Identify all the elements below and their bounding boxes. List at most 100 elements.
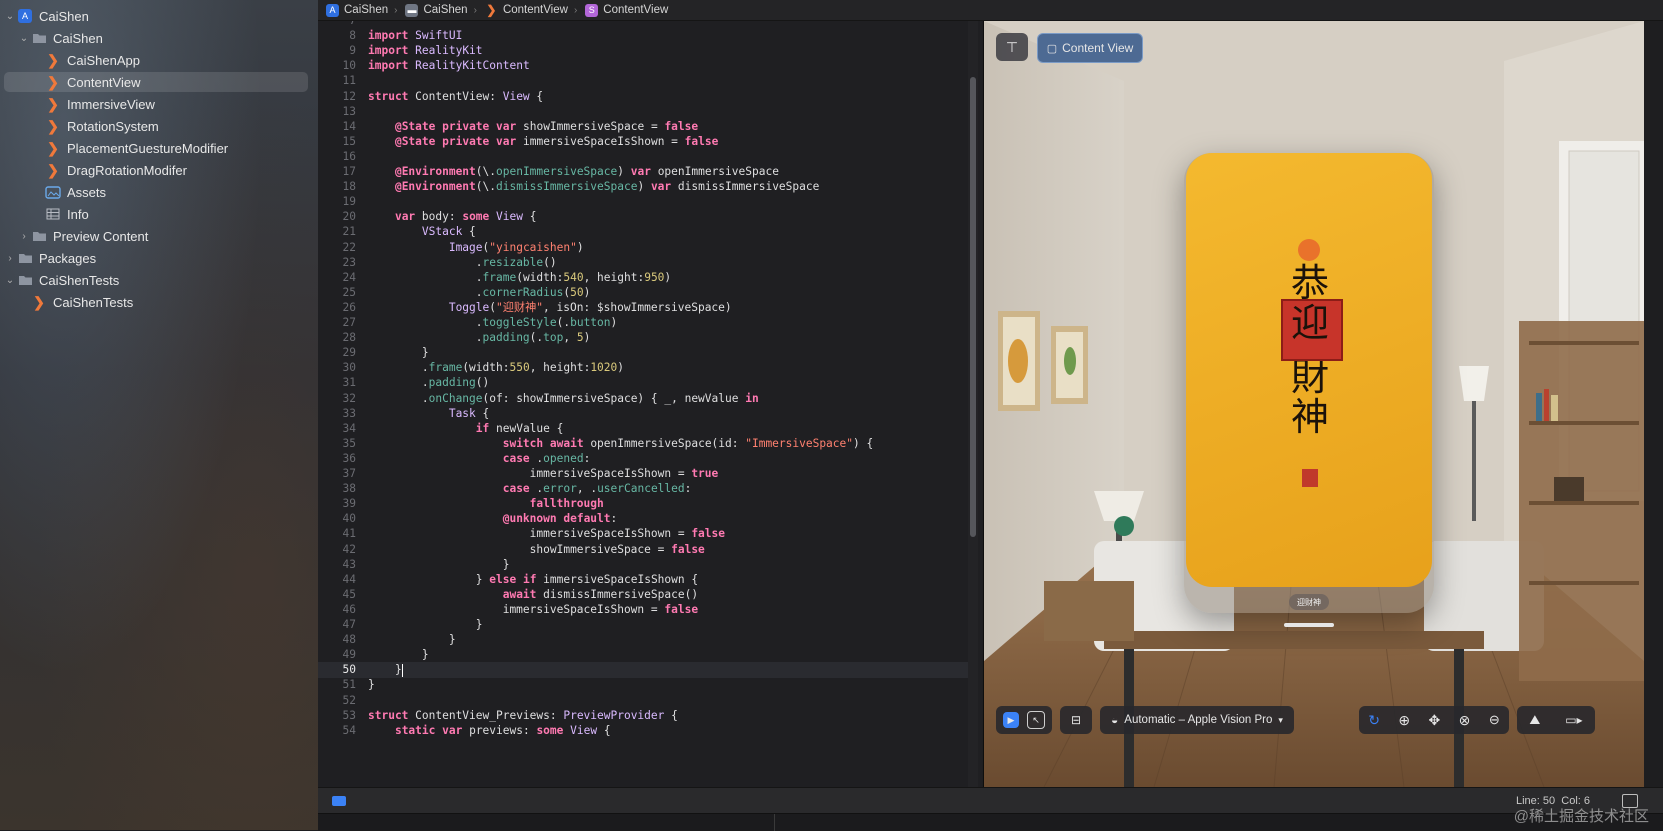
code-line[interactable]: 29 } bbox=[318, 345, 968, 361]
code-line[interactable]: 17 @Environment(\.openImmersiveSpace) va… bbox=[318, 164, 968, 180]
code-line[interactable]: 38 case .error, .userCancelled: bbox=[318, 481, 968, 497]
window-grabber[interactable] bbox=[1284, 623, 1334, 627]
chevron-right-icon[interactable]: › bbox=[18, 231, 30, 242]
code-line[interactable]: 26 Toggle("迎财神", isOn: $showImmersiveSpa… bbox=[318, 300, 968, 316]
pan-icon[interactable]: ✥ bbox=[1429, 712, 1441, 729]
sidebar-item-info[interactable]: Info bbox=[0, 204, 310, 224]
source-editor[interactable]: 78import SwiftUI9import RealityKit10impo… bbox=[318, 21, 982, 787]
vertical-scrollbar[interactable] bbox=[970, 77, 976, 537]
code-line[interactable]: 50 } bbox=[318, 662, 968, 679]
code-line[interactable]: 9 import RealityKit bbox=[318, 43, 968, 59]
sidebar-item-placementguesturemodifier[interactable]: ❯ PlacementGuestureModifier bbox=[0, 138, 310, 158]
code-text: } bbox=[368, 557, 510, 571]
app-project-icon: A bbox=[326, 3, 339, 17]
environment-icon[interactable]: ⛰ bbox=[1529, 712, 1540, 728]
orbit-icon[interactable]: ⊕ bbox=[1398, 712, 1410, 729]
code-line[interactable]: 21 VStack { bbox=[318, 224, 968, 240]
code-line[interactable]: 16 bbox=[318, 149, 968, 165]
code-line[interactable]: 33 Task { bbox=[318, 406, 968, 422]
breadcrumb-symbol[interactable]: S ContentView bbox=[585, 3, 668, 17]
code-line[interactable]: 44 } else if immersiveSpaceIsShown { bbox=[318, 572, 968, 588]
globe-icon[interactable]: ⊗ bbox=[1459, 712, 1471, 729]
code-line[interactable]: 11 bbox=[318, 73, 968, 89]
chevron-right-icon[interactable]: › bbox=[4, 253, 16, 264]
code-line[interactable]: 32 .onChange(of: showImmersiveSpace) { _… bbox=[318, 391, 968, 407]
code-line[interactable]: 12 struct ContentView: View { bbox=[318, 89, 968, 105]
code-line[interactable]: 23 .resizable() bbox=[318, 255, 968, 271]
sidebar-item-caishenapp[interactable]: ❯ CaiShenApp bbox=[0, 50, 310, 70]
code-line[interactable]: 15 @State private var immersiveSpaceIsSh… bbox=[318, 134, 968, 150]
code-line[interactable]: 25 .cornerRadius(50) bbox=[318, 285, 968, 301]
camera-icon[interactable]: ▭▸ bbox=[1565, 713, 1582, 727]
sidebar-item-caishen[interactable]: ⌄ A CaiShen bbox=[0, 6, 310, 26]
breadcrumb-file[interactable]: ❯ ContentView › bbox=[485, 3, 577, 17]
code-line[interactable]: 8 import SwiftUI bbox=[318, 28, 968, 44]
sidebar-item-rotationsystem[interactable]: ❯ RotationSystem bbox=[0, 116, 310, 136]
code-line[interactable]: 31 .padding() bbox=[318, 375, 968, 391]
code-line[interactable]: 22 Image("yingcaishen") bbox=[318, 240, 968, 256]
debug-area-toggle[interactable] bbox=[332, 796, 346, 806]
code-line[interactable]: 42 showImmersiveSpace = false bbox=[318, 542, 968, 558]
line-number: 52 bbox=[342, 693, 356, 707]
sidebar-item-packages[interactable]: › Packages bbox=[0, 248, 310, 268]
pin-button[interactable]: ⊤ bbox=[996, 33, 1028, 61]
code-line[interactable]: 45 await dismissImmersiveSpace() bbox=[318, 587, 968, 603]
chevron-down-icon[interactable]: ⌄ bbox=[18, 33, 30, 44]
code-line[interactable]: 47 } bbox=[318, 617, 968, 633]
code-line[interactable]: 24 .frame(width:540, height:950) bbox=[318, 270, 968, 286]
code-line[interactable]: 43 } bbox=[318, 557, 968, 573]
code-text: } else if immersiveSpaceIsShown { bbox=[368, 572, 699, 586]
code-line[interactable]: 52 bbox=[318, 693, 968, 709]
breadcrumb-group[interactable]: ▬ CaiShen › bbox=[405, 3, 477, 17]
code-line[interactable]: 39 fallthrough bbox=[318, 496, 968, 512]
chevron-down-icon[interactable]: ⌄ bbox=[4, 275, 16, 286]
breadcrumb-project[interactable]: A CaiShen › bbox=[326, 3, 397, 17]
code-line[interactable]: 13 bbox=[318, 104, 968, 120]
code-line[interactable]: 30 .frame(width:550, height:1020) bbox=[318, 360, 968, 376]
code-line[interactable]: 20 var body: some View { bbox=[318, 209, 968, 225]
code-line[interactable]: 49 } bbox=[318, 647, 968, 663]
code-line[interactable]: 18 @Environment(\.dismissImmersiveSpace)… bbox=[318, 179, 968, 195]
code-line[interactable]: 10 import RealityKitContent bbox=[318, 58, 968, 74]
code-line[interactable]: 14 @State private var showImmersiveSpace… bbox=[318, 119, 968, 135]
immersive-toggle-button[interactable]: 迎财神 bbox=[1289, 594, 1329, 610]
code-text: fallthrough bbox=[529, 497, 604, 511]
sidebar-item-label: Preview Content bbox=[53, 228, 149, 244]
code-line[interactable]: 19 bbox=[318, 194, 968, 210]
sidebar-item-dragrotationmodifer[interactable]: ❯ DragRotationModifer bbox=[0, 160, 310, 180]
code-line[interactable]: 53 struct ContentView_Previews: PreviewPr… bbox=[318, 708, 968, 724]
code-line[interactable]: 28 .padding(.top, 5) bbox=[318, 330, 968, 346]
code-line[interactable]: 27 .toggleStyle(.button) bbox=[318, 315, 968, 331]
sidebar-item-immersiveview[interactable]: ❯ ImmersiveView bbox=[0, 94, 310, 114]
sidebar-item-caishen[interactable]: ⌄ CaiShen bbox=[0, 28, 310, 48]
code-text: .cornerRadius(50) bbox=[368, 285, 591, 299]
code-line[interactable]: 37 immersiveSpaceIsShown = true bbox=[318, 466, 968, 482]
code-text: struct ContentView_Previews: PreviewProv… bbox=[368, 708, 678, 722]
line-number: 31 bbox=[342, 376, 356, 390]
sidebar-item-label: CaiShen bbox=[39, 8, 89, 24]
sidebar-item-assets[interactable]: Assets bbox=[0, 182, 310, 202]
sidebar-item-caishentests[interactable]: ⌄ CaiShenTests bbox=[0, 270, 310, 290]
chevron-down-icon[interactable]: ⌄ bbox=[4, 11, 16, 22]
tab-content-view[interactable]: ▢ Content View bbox=[1037, 33, 1143, 63]
code-line[interactable]: 35 switch await openImmersiveSpace(id: "… bbox=[318, 436, 968, 452]
code-line[interactable]: 41 immersiveSpaceIsShown = false bbox=[318, 526, 968, 542]
line-number: 32 bbox=[342, 391, 356, 405]
code-line[interactable]: 54 static var previews: some View { bbox=[318, 723, 968, 739]
code-line[interactable]: 46 immersiveSpaceIsShown = false bbox=[318, 602, 968, 618]
rotate-icon[interactable]: ↻ bbox=[1368, 712, 1380, 729]
selectable-mode-icon[interactable]: ↖ bbox=[1027, 711, 1045, 729]
line-number: 9 bbox=[349, 44, 356, 58]
sidebar-item-caishentests[interactable]: ❯ CaiShenTests bbox=[0, 292, 310, 312]
sidebar-item-contentview[interactable]: ❯ ContentView bbox=[4, 72, 308, 92]
device-picker[interactable]: ◒ Automatic – Apple Vision Pro ▾ bbox=[1100, 706, 1294, 734]
code-line[interactable]: 48 } bbox=[318, 632, 968, 648]
variants-button[interactable]: ⊟ bbox=[1060, 706, 1092, 734]
code-line[interactable]: 34 if newValue { bbox=[318, 421, 968, 437]
code-line[interactable]: 40 @unknown default: bbox=[318, 511, 968, 527]
zoom-icon[interactable]: ⊖ bbox=[1489, 712, 1500, 728]
sidebar-item-preview-content[interactable]: › Preview Content bbox=[0, 226, 310, 246]
live-preview-icon[interactable]: ▶ bbox=[1003, 712, 1019, 728]
code-line[interactable]: 36 case .opened: bbox=[318, 451, 968, 467]
code-line[interactable]: 51} bbox=[318, 677, 968, 693]
